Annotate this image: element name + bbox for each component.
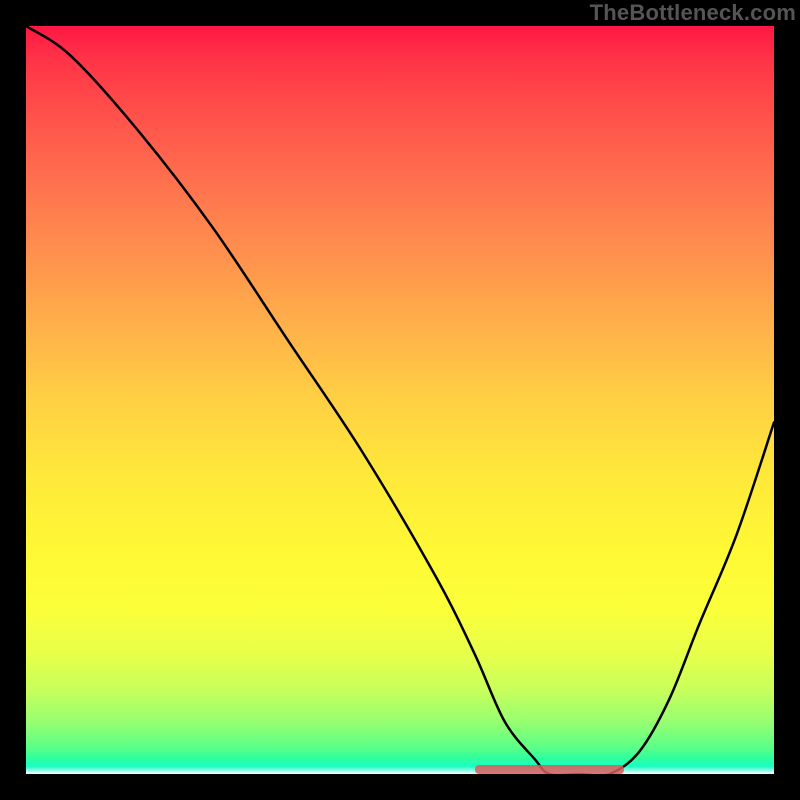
watermark-text: TheBottleneck.com <box>590 0 796 26</box>
plot-area <box>26 26 774 774</box>
bottleneck-curve <box>26 26 774 774</box>
optimal-range-highlight <box>475 765 625 774</box>
chart-container: TheBottleneck.com <box>0 0 800 800</box>
